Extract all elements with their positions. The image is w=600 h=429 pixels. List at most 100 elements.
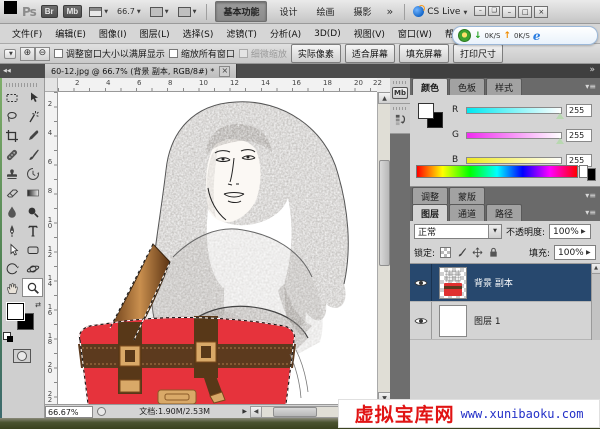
pen-tool[interactable] (1, 221, 22, 240)
menu-select[interactable]: 选择(S) (177, 24, 220, 43)
doc-restore-button[interactable]: ❑ (488, 6, 500, 16)
cs-live-dropdown[interactable]: CS Live (413, 6, 467, 17)
menu-3d[interactable]: 3D(D) (308, 26, 347, 42)
tab-adjustments[interactable]: 调整 (412, 187, 448, 204)
panel-menu-icon[interactable] (585, 82, 596, 91)
vertical-ruler[interactable]: 2 4 6 8 10 12 14 16 18 20 22 (45, 92, 58, 404)
tab-color[interactable]: 颜色 (412, 78, 448, 95)
document-tab[interactable]: 60-12.jpg @ 66.7% (背景 副本, RGB/8#) * (45, 64, 237, 78)
visibility-toggle[interactable] (410, 264, 432, 301)
zoom-percentage-field[interactable]: 66.67% (45, 406, 93, 418)
workspace-tab-painting[interactable]: 绘画 (309, 2, 341, 21)
blur-tool[interactable] (1, 202, 22, 221)
menu-edit[interactable]: 编辑(E) (49, 24, 92, 43)
workspace-tab-essentials[interactable]: 基本功能 (215, 1, 267, 22)
default-colors-icon[interactable] (3, 332, 13, 342)
flyout-arrow-icon[interactable] (581, 228, 590, 235)
lock-transparency-button[interactable] (439, 247, 451, 259)
blue-slider[interactable] (466, 157, 562, 164)
vertical-scrollbar[interactable] (377, 92, 390, 404)
menu-window[interactable]: 窗口(W) (392, 24, 438, 43)
panel-menu-icon[interactable] (585, 191, 596, 200)
mini-bridge-panel-button[interactable]: Mb (390, 78, 410, 104)
color-spectrum-ramp[interactable] (416, 165, 578, 178)
history-panel-button[interactable] (390, 104, 410, 134)
gradient-tool[interactable] (22, 183, 43, 202)
lasso-tool[interactable] (1, 107, 22, 126)
opacity-field[interactable]: 100% (549, 224, 591, 239)
hand-tool[interactable] (1, 278, 22, 297)
quick-mask-button[interactable] (13, 349, 31, 363)
history-brush-tool[interactable] (22, 164, 43, 183)
mini-bridge-button[interactable]: Mb (63, 5, 83, 18)
status-flyout-button[interactable] (239, 408, 250, 415)
zoom-all-windows-checkbox[interactable]: 缩放所有窗口 (169, 47, 235, 60)
fit-screen-button[interactable]: 适合屏幕 (345, 44, 395, 63)
tab-layers[interactable]: 图层 (412, 204, 448, 221)
move-tool[interactable] (22, 88, 43, 107)
panel-menu-icon[interactable] (585, 208, 596, 217)
horizontal-scroll-thumb[interactable] (273, 407, 317, 417)
3d-orbit-tool[interactable] (22, 259, 43, 278)
tab-paths[interactable]: 路径 (486, 204, 522, 221)
slider-handle[interactable] (556, 113, 564, 119)
arrange-documents-dropdown[interactable] (87, 6, 110, 18)
flyout-arrow-icon[interactable] (586, 249, 595, 256)
horizontal-ruler[interactable]: 2 4 6 8 10 12 14 16 18 20 22 (58, 78, 377, 92)
swap-colors-icon[interactable]: ⇄ (35, 301, 41, 309)
current-tool-button[interactable] (4, 49, 16, 59)
resize-windows-checkbox[interactable]: 调整窗口大小以满屏显示 (54, 47, 165, 60)
network-speed-widget[interactable]: ↓ 0K/S ↑ 0K/S e (452, 26, 598, 45)
close-button[interactable]: × (534, 6, 548, 18)
bridge-button[interactable]: Br (41, 5, 58, 18)
tab-masks[interactable]: 蒙版 (449, 187, 485, 204)
zoom-in-button[interactable] (20, 47, 35, 61)
scroll-left-button[interactable] (251, 407, 262, 417)
layer-name[interactable]: 图层 1 (474, 314, 501, 327)
lock-pixels-button[interactable] (455, 247, 467, 259)
doc-minimize-button[interactable]: – (474, 6, 486, 16)
3d-rotate-tool[interactable] (1, 259, 22, 278)
foreground-color-swatch[interactable] (7, 303, 24, 320)
print-size-button[interactable]: 打印尺寸 (453, 44, 503, 63)
internet-explorer-icon[interactable]: e (533, 29, 541, 43)
menu-view[interactable]: 视图(V) (348, 24, 391, 43)
tab-swatches[interactable]: 色板 (449, 78, 485, 95)
layer-thumbnail[interactable] (439, 305, 467, 337)
vertical-scroll-thumb[interactable] (379, 160, 390, 266)
type-tool[interactable] (22, 221, 43, 240)
panel-drag-handle[interactable] (6, 83, 38, 87)
workspace-tab-photography[interactable]: 摄影 (346, 2, 378, 21)
maximize-button[interactable]: □ (518, 6, 532, 18)
healing-brush-tool[interactable] (1, 145, 22, 164)
fill-field[interactable]: 100% (554, 245, 596, 260)
workspace-tab-design[interactable]: 设计 (272, 2, 304, 21)
layer-thumbnail[interactable] (439, 267, 467, 299)
menu-analysis[interactable]: 分析(A) (264, 24, 307, 43)
menu-file[interactable]: 文件(F) (6, 24, 48, 43)
tool-panel-collapse-button[interactable] (0, 64, 45, 78)
tab-channels[interactable]: 通道 (449, 204, 485, 221)
lock-all-button[interactable] (487, 247, 499, 259)
foreground-color-swatch[interactable] (418, 103, 434, 119)
zoom-tool[interactable] (22, 278, 43, 297)
blend-mode-select[interactable]: 正常 (414, 224, 502, 239)
screen-mode-dropdown[interactable] (176, 6, 199, 18)
slider-handle[interactable] (556, 138, 564, 144)
tab-styles[interactable]: 样式 (486, 78, 522, 95)
magic-wand-tool[interactable] (22, 107, 43, 126)
canvas[interactable] (58, 92, 377, 404)
actual-pixels-button[interactable]: 实际像素 (291, 44, 341, 63)
visibility-toggle[interactable] (410, 302, 432, 339)
eyedropper-tool[interactable] (22, 126, 43, 145)
green-slider[interactable] (466, 132, 562, 139)
layer-name[interactable]: 背景 副本 (474, 276, 513, 289)
dodge-tool[interactable] (22, 202, 43, 221)
crop-tool[interactable] (1, 126, 22, 145)
path-selection-tool[interactable] (1, 240, 22, 259)
lock-position-button[interactable] (471, 247, 483, 259)
zoom-level-dropdown[interactable]: 66.7 (115, 6, 143, 17)
fill-screen-button[interactable]: 填充屏幕 (399, 44, 449, 63)
layer-row-background-copy[interactable]: 背景 副本 (410, 264, 600, 302)
dock-collapse-button[interactable] (410, 64, 600, 78)
